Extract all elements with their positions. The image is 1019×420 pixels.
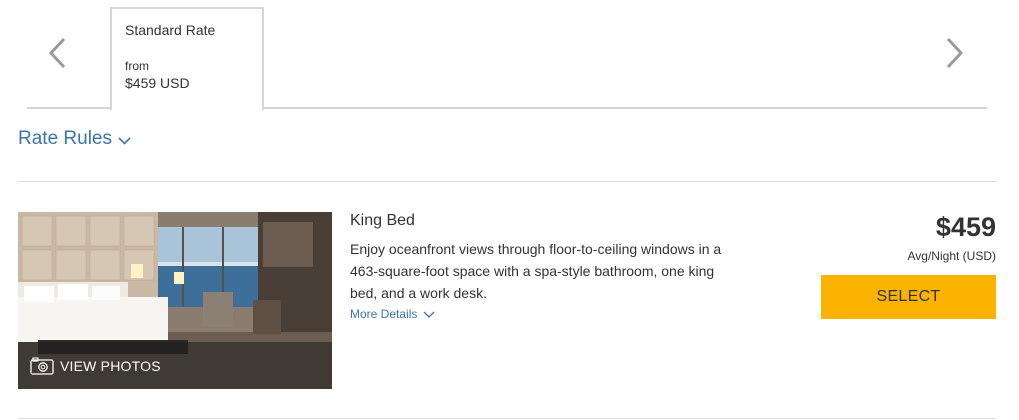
rate-tab-from-label: from: [125, 59, 149, 73]
room-name: King Bed: [350, 212, 415, 229]
room-description: Enjoy oceanfront views through floor-to-…: [350, 241, 722, 301]
room-photo[interactable]: VIEW PHOTOS: [18, 212, 332, 389]
more-details-label: More Details: [350, 307, 418, 321]
rate-rules-toggle[interactable]: Rate Rules: [18, 128, 131, 150]
chevron-left-icon[interactable]: [46, 36, 70, 70]
price-note: Avg/Night (USD): [907, 249, 996, 263]
rate-tab-standard[interactable]: Standard Rate from $459 USD: [110, 7, 264, 110]
chevron-right-icon[interactable]: [942, 36, 966, 70]
select-button[interactable]: SELECT: [821, 275, 996, 319]
view-photos-label: VIEW PHOTOS: [60, 357, 161, 374]
chevron-down-icon: [423, 311, 435, 318]
rate-rules-label: Rate Rules: [18, 128, 112, 149]
chevron-down-icon: [118, 136, 131, 145]
more-details-link[interactable]: More Details: [350, 307, 435, 321]
rate-tab-price: $459 USD: [125, 75, 190, 91]
divider: [18, 418, 996, 419]
rate-tab-title: Standard Rate: [125, 22, 216, 38]
divider: [18, 181, 996, 182]
room-price: $459: [935, 212, 996, 242]
camera-icon: [30, 356, 54, 375]
view-photos-button[interactable]: VIEW PHOTOS: [18, 342, 332, 389]
